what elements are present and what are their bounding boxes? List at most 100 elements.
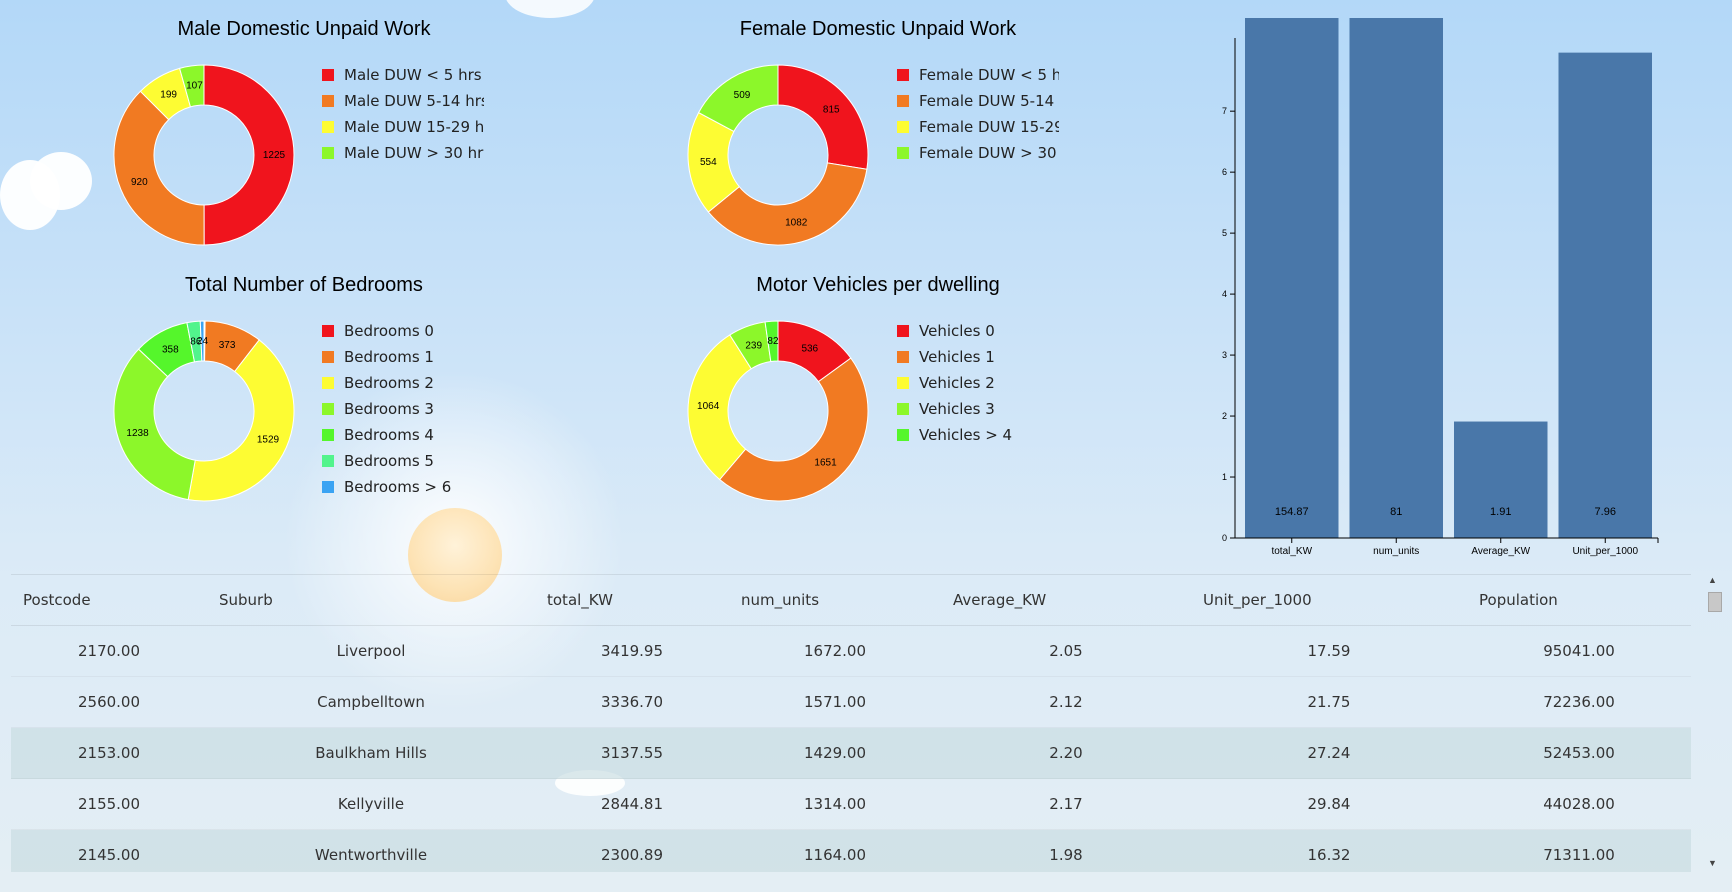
legend-swatch: [897, 351, 909, 363]
legend-item: Male DUW < 5 hrs: [322, 62, 484, 88]
legend-swatch: [322, 377, 334, 389]
donut-slice[interactable]: [187, 339, 295, 502]
legend-female-duw: Female DUW < 5 hrs Female DUW 5-14 hrs Fem…: [897, 62, 1059, 166]
table-cell: 1314.00: [729, 778, 941, 830]
legend-swatch: [322, 351, 334, 363]
legend-swatch: [322, 95, 334, 107]
donut-slice[interactable]: [113, 90, 205, 246]
slice-value-label: 554: [700, 157, 717, 168]
chart-title: Female Domestic Unpaid Work: [739, 18, 1017, 40]
chart-title: Motor Vehicles per dwelling: [756, 274, 1000, 296]
slice-value-label: 1238: [126, 428, 149, 439]
slice-value-label: 1225: [263, 150, 286, 161]
table-row[interactable]: 2560.00 Campbelltown 3336.70 1571.00 2.1…: [11, 676, 1691, 728]
slice-value-label: 239: [745, 340, 762, 351]
y-tick-label: 3: [1222, 350, 1227, 360]
donut-slice[interactable]: [113, 348, 196, 501]
legend-swatch: [322, 429, 334, 441]
column-header[interactable]: Unit_per_1000: [1191, 574, 1467, 626]
table-row[interactable]: 2170.00 Liverpool 3419.95 1672.00 2.05 1…: [11, 625, 1691, 677]
table-cell: Wentworthville: [207, 829, 535, 872]
legend-swatch: [897, 377, 909, 389]
y-tick-label: 6: [1222, 167, 1227, 177]
table-cell: 2560.00: [11, 676, 207, 728]
table-cell: 3336.70: [535, 676, 729, 728]
donut-chart-bedrooms: 373152912383588624: [113, 320, 295, 502]
bar-value-label: 81: [1390, 506, 1402, 518]
legend-label: Vehicles 3: [919, 400, 995, 418]
donut-slice[interactable]: [777, 64, 869, 170]
bar[interactable]: [1349, 18, 1444, 538]
legend-label: Female DUW 5-14 hrs: [919, 92, 1059, 110]
legend-item: Bedrooms 1: [322, 344, 502, 370]
y-tick-label: 5: [1222, 228, 1227, 238]
table-cell: 2.17: [941, 778, 1191, 830]
legend-swatch: [322, 121, 334, 133]
slice-value-label: 1064: [697, 401, 720, 412]
legend-swatch: [897, 147, 909, 159]
scroll-down-arrow-icon[interactable]: ▼: [1708, 858, 1717, 868]
table-cell: 1164.00: [729, 829, 941, 872]
bar[interactable]: [1245, 18, 1339, 538]
table-cell: 1571.00: [729, 676, 941, 728]
legend-swatch: [322, 403, 334, 415]
legend-label: Vehicles 0: [919, 322, 995, 340]
table-row[interactable]: 2155.00 Kellyville 2844.81 1314.00 2.17 …: [11, 778, 1691, 830]
bar-value-label: 1.91: [1490, 506, 1511, 518]
slice-value-label: 358: [162, 345, 179, 356]
legend-swatch: [897, 429, 909, 441]
legend-swatch: [322, 69, 334, 81]
legend-item: Vehicles 3: [897, 396, 1077, 422]
column-header[interactable]: num_units: [729, 574, 941, 626]
donut-slice[interactable]: [718, 357, 869, 502]
table-cell: 2145.00: [11, 829, 207, 872]
legend-label: Vehicles > 4: [919, 426, 1013, 444]
data-table-container: Postcode Suburb total_KW num_units Avera…: [11, 574, 1691, 872]
table-cell: 2.12: [941, 676, 1191, 728]
table-row[interactable]: 2145.00 Wentworthville 2300.89 1164.00 1…: [11, 829, 1691, 872]
legend-label: Male DUW > 30 hrs: [344, 144, 484, 162]
slice-value-label: 82: [767, 336, 779, 347]
column-header[interactable]: Population: [1467, 574, 1691, 626]
y-tick-label: 2: [1222, 411, 1227, 421]
column-header[interactable]: Average_KW: [941, 574, 1191, 626]
table-cell: 21.75: [1191, 676, 1467, 728]
donut-chart-vehicles: 536 1651 1064 239 82: [687, 320, 869, 502]
slice-value-label: 107: [186, 81, 203, 92]
legend-bedrooms: Bedrooms 0 Bedrooms 1 Bedrooms 2 Bedrooms 3…: [322, 318, 502, 500]
slice-value-label: 815: [823, 105, 840, 116]
slice-value-label: 1651: [814, 457, 837, 468]
bar-value-label: 7.96: [1595, 506, 1616, 518]
table-cell: Kellyville: [207, 778, 535, 830]
legend-item: Bedrooms 4: [322, 422, 502, 448]
table-cell: 16.32: [1191, 829, 1467, 872]
legend-label: Bedrooms 3: [344, 400, 434, 418]
legend-swatch: [322, 481, 334, 493]
legend-item: Bedrooms 5: [322, 448, 502, 474]
scroll-thumb[interactable]: [1708, 592, 1722, 612]
table-scrollbar[interactable]: ▲ ▼: [1704, 575, 1722, 875]
legend-item: Vehicles 0: [897, 318, 1077, 344]
column-header[interactable]: Suburb: [207, 574, 535, 626]
table-cell: 2.20: [941, 727, 1191, 779]
x-tick-label: num_units: [1373, 546, 1419, 557]
legend-item: Vehicles 1: [897, 344, 1077, 370]
legend-item: Male DUW 5-14 hrs: [322, 88, 484, 114]
bar[interactable]: [1454, 421, 1548, 538]
column-header[interactable]: Postcode: [11, 574, 207, 626]
legend-swatch: [322, 325, 334, 337]
column-header[interactable]: total_KW: [535, 574, 729, 626]
slice-value-label: 536: [801, 344, 818, 355]
table-row[interactable]: 2153.00 Baulkham Hills 3137.55 1429.00 2…: [11, 727, 1691, 779]
legend-item: Male DUW > 30 hrs: [322, 140, 484, 166]
table-header-row: Postcode Suburb total_KW num_units Avera…: [11, 574, 1691, 626]
table-cell: 1672.00: [729, 625, 941, 677]
legend-swatch: [897, 121, 909, 133]
scroll-up-arrow-icon[interactable]: ▲: [1708, 575, 1717, 585]
legend-swatch: [897, 403, 909, 415]
legend-label: Female DUW > 30 hrs: [919, 144, 1059, 162]
legend-item: Female DUW > 30 hrs: [897, 140, 1059, 166]
table-cell: 27.24: [1191, 727, 1467, 779]
legend-label: Vehicles 1: [919, 348, 995, 366]
bar[interactable]: [1558, 52, 1653, 538]
